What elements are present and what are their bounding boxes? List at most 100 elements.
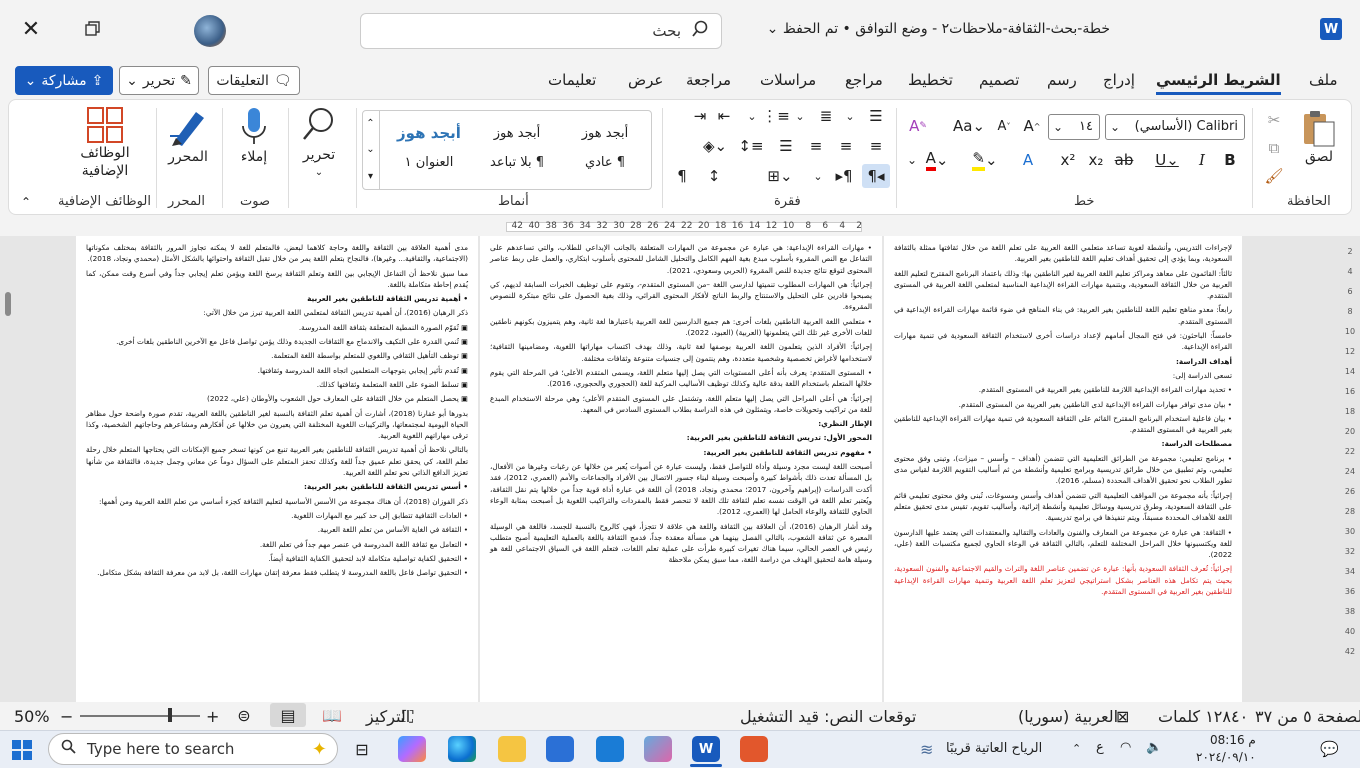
paragraph[interactable]: • أسس تدريس الثقافة للناطقين بغير العربي…	[86, 481, 468, 492]
file-explorer-icon[interactable]	[498, 736, 526, 762]
editing-button[interactable]: تحرير ⌄	[296, 106, 342, 182]
paragraph[interactable]: رابعاً: معدو مناهج تعليم اللغة للناطقين …	[894, 304, 1232, 327]
paragraph[interactable]: • المستوى المتقدم: يعرف بأنه أعلى المستو…	[490, 367, 872, 390]
tab-help[interactable]: تعليمات	[548, 71, 596, 89]
app-icon[interactable]	[644, 736, 672, 762]
paragraph[interactable]: تسعى الدراسة إلى:	[894, 370, 1232, 381]
paragraph[interactable]: إجرائياً: بأنه مجموعة من المواقف التعليم…	[894, 490, 1232, 524]
shading-button[interactable]: ◈⌄	[698, 134, 732, 158]
tab-references[interactable]: مراجع	[845, 71, 883, 89]
paragraph[interactable]: خامساً: الباحثون: في فتح المجال أمامهم ل…	[894, 330, 1232, 353]
paragraph[interactable]: ▣ توظف التأهيل الثقافي واللغوي للمتعلم ب…	[86, 350, 468, 361]
paragraph[interactable]: • بيان مدى توافر مهارات القراءة الإبداعي…	[894, 399, 1232, 410]
bullets-icon[interactable]: ☰	[864, 104, 888, 128]
document-title[interactable]: خطة-بحث-الثقافة-ملاحظات٢ - وضع التوافق •…	[738, 21, 1110, 37]
format-painter-icon[interactable]: 🖌	[1262, 164, 1286, 188]
subscript-button[interactable]: x₂	[1084, 148, 1108, 172]
decrease-indent-icon[interactable]: ⇤	[712, 104, 736, 128]
wifi-icon[interactable]: ◠	[1120, 740, 1131, 755]
edge-icon[interactable]	[448, 736, 476, 762]
paragraph[interactable]: بدورها أبو غفارنا (2018)، أشارت أن أهمية…	[86, 408, 468, 442]
tab-file[interactable]: ملف	[1309, 71, 1338, 89]
styles-scroll[interactable]: ⌃ ⌄ ▾	[362, 110, 380, 190]
paragraph[interactable]: وقد أشار الرهبان (2016)، أن العلاقة بين …	[490, 521, 872, 566]
style-heading-1[interactable]: أبجد هوز العنوان ١	[384, 114, 474, 184]
restore-icon[interactable]	[80, 16, 106, 42]
grow-font-icon[interactable]: A ^	[1020, 114, 1044, 138]
print-layout-icon[interactable]: ▤	[270, 703, 306, 727]
paragraph[interactable]: أصبحت اللغة ليست مجرد وسيلة وأداة للتواص…	[490, 461, 872, 517]
chevron-down-icon[interactable]: ⌄	[838, 104, 862, 128]
underline-button[interactable]: U ⌄	[1150, 148, 1184, 172]
paragraph[interactable]: ▣ تسلط الضوء على اللغة المتعلمة وثقافتها…	[86, 379, 468, 390]
windows-start-icon[interactable]	[12, 740, 32, 760]
ltr-direction-icon[interactable]: ▸¶	[832, 164, 856, 188]
line-spacing-button[interactable]: ↕≡	[734, 134, 768, 158]
paragraph[interactable]: • تحديد مهارات القراءة الإبداعية اللازمة…	[894, 384, 1232, 395]
avatar[interactable]	[194, 15, 226, 47]
paragraph[interactable]: أهداف الدراسة:	[894, 356, 1232, 367]
share-button[interactable]: ⌄ مشاركة ⇪	[15, 66, 113, 95]
paragraph[interactable]: بالتالي نلاحظ أن أهمية تدريس الثقافة للن…	[86, 444, 468, 478]
strikethrough-button[interactable]: ab	[1112, 148, 1136, 172]
superscript-button[interactable]: x²	[1056, 148, 1080, 172]
borders-button[interactable]: ⊞⌄	[760, 164, 800, 188]
paragraph[interactable]: ▣ يحصل المتعلم من خلال الثقافة على المعا…	[86, 393, 468, 404]
paragraph[interactable]: المحور الأول: تدريس الثقافة للناطقين بغي…	[490, 432, 872, 443]
weather-text[interactable]: الرياح العاتية قريبًا	[946, 741, 1042, 756]
chevron-down-icon[interactable]: ⌄	[788, 104, 812, 128]
read-mode-icon[interactable]: 📖	[320, 704, 344, 726]
edit-mode-button[interactable]: ⌄ تحرير ✎	[119, 66, 199, 95]
paragraph[interactable]: إجرائياً: هي أعلى المراحل التي يصل إليها…	[490, 393, 872, 416]
chevron-down-icon[interactable]: ⌄	[806, 164, 830, 188]
dictate-button[interactable]: إملاء	[230, 106, 278, 166]
editor-button[interactable]: المحرر	[162, 106, 214, 166]
paragraph[interactable]: إجرائياً: هي المهارات المطلوب تنميتها لد…	[490, 279, 872, 313]
more-styles-icon[interactable]: ▾	[368, 171, 373, 182]
italic-button[interactable]: I	[1190, 148, 1214, 172]
copy-icon[interactable]: ⧉	[1262, 136, 1286, 160]
page-middle[interactable]: • مهارات القراءة الإبداعية: هي عبارة عن …	[480, 236, 882, 702]
tray-chevron-icon[interactable]: ⌃	[1072, 742, 1081, 755]
paragraph[interactable]: • الثقافة في الغاية الأساس من تعلم اللغة…	[86, 524, 468, 535]
align-left-icon[interactable]: ≡	[804, 134, 828, 158]
paragraph[interactable]: • التحقيق تواصل فاعل باللغة المدروسة لا …	[86, 567, 468, 578]
paragraph[interactable]: • الثقافة: هي عبارة عن مجموعة من المعارف…	[894, 527, 1232, 561]
paragraph[interactable]: ▣ تُقوّم الصورة النمطية المتعلقة بثقافة …	[86, 322, 468, 333]
notifications-icon[interactable]: 💬	[1320, 740, 1339, 758]
paragraph[interactable]: • بيان فاعلية استخدام البرنامج المقترح ا…	[894, 413, 1232, 436]
paragraph[interactable]: • العادات الثقافية تتطابق إلى حد كبير مع…	[86, 510, 468, 521]
paste-button[interactable]: لصق	[1294, 108, 1344, 166]
word-taskbar-icon[interactable]: W	[692, 736, 720, 762]
paragraph[interactable]: إجرائياً: تُعرف الثقافة السعودية بأنها: …	[894, 563, 1232, 597]
clear-formatting-icon[interactable]: A ✎	[906, 114, 930, 138]
clock-date[interactable]: ٢٠٢٤/٠٩/١٠	[1196, 750, 1256, 764]
page-left[interactable]: مدى أهمية العلاقة بين الثقافة واللغة وحا…	[76, 236, 478, 702]
shrink-font-icon[interactable]: A ˅	[992, 114, 1016, 138]
paragraph[interactable]: • مهارات القراءة الإبداعية: هي عبارة عن …	[490, 242, 872, 276]
highlight-button[interactable]: ✎ ⌄	[968, 148, 1002, 172]
tab-mailings[interactable]: مراسلات	[760, 71, 816, 89]
paragraph[interactable]: ثالثاً: القائمون على معاهد ومراكز تعليم …	[894, 268, 1232, 302]
web-layout-icon[interactable]: ⊜	[232, 704, 256, 726]
tab-design[interactable]: تصميم	[979, 71, 1019, 89]
tab-view[interactable]: عرض	[628, 71, 663, 89]
language-status[interactable]: العربية (سوريا)	[1018, 707, 1118, 726]
cut-icon[interactable]: ✂	[1262, 108, 1286, 132]
paragraph[interactable]: مما سبق نلاحظ أن التفاعل الإيجابي بين ال…	[86, 268, 468, 291]
style-no-spacing[interactable]: أبجد هوز ¶ بلا تباعد	[472, 114, 562, 184]
search-input[interactable]: بحث	[360, 13, 722, 49]
clock-time[interactable]: 08:16 م	[1210, 733, 1256, 747]
multilevel-list-icon[interactable]: ⋮≡	[762, 104, 790, 128]
tab-insert[interactable]: إدراج	[1103, 71, 1135, 89]
mail-icon[interactable]	[596, 736, 624, 762]
chevron-up-icon[interactable]: ⌃	[366, 118, 374, 129]
change-case-button[interactable]: Aa ⌄	[952, 114, 986, 138]
page-count[interactable]: الصفحة ٥ من ٣٧	[1255, 707, 1360, 726]
tab-draw[interactable]: رسم	[1047, 71, 1077, 89]
paragraph[interactable]: ▣ تُقدم تأثير إيجابي بتوجهات المتعلمين ا…	[86, 365, 468, 376]
copilot-icon[interactable]	[398, 736, 426, 762]
justify-icon[interactable]: ☰	[774, 134, 798, 158]
zoom-slider-thumb[interactable]	[168, 708, 172, 722]
paragraph[interactable]: مدى أهمية العلاقة بين الثقافة واللغة وحا…	[86, 242, 468, 265]
